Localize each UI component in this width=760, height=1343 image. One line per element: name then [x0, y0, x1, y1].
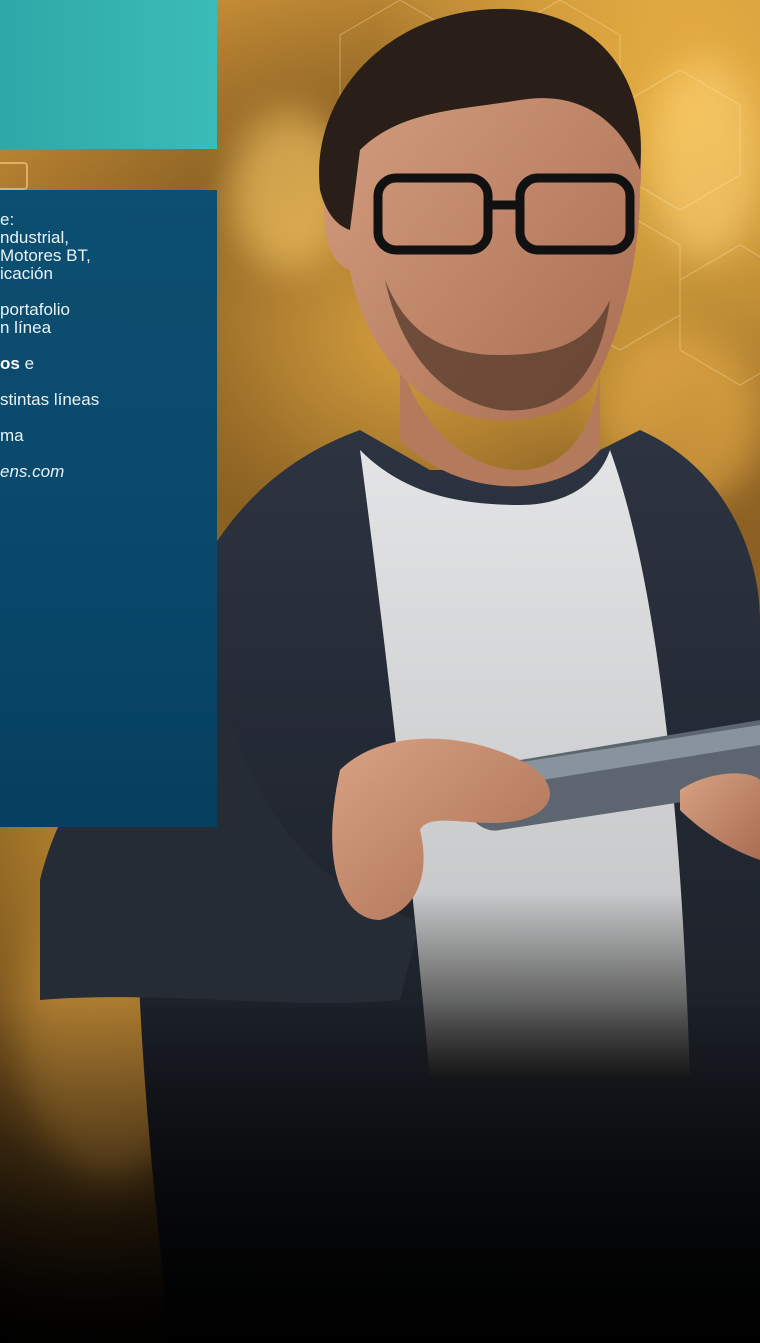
info-line: Motores BT,	[0, 246, 91, 265]
info-text: e	[19, 354, 35, 373]
info-line: icación	[0, 264, 53, 283]
battery-icon	[0, 162, 28, 190]
info-line: e:	[0, 210, 15, 229]
info-bold-text: os	[0, 354, 20, 373]
info-line: os e	[0, 355, 34, 373]
info-line: n línea	[0, 318, 52, 337]
info-line: ndustrial,	[0, 228, 69, 247]
teal-accent-panel	[0, 0, 217, 149]
info-line: ma	[0, 426, 24, 445]
website-link[interactable]: ens.com	[0, 463, 64, 481]
info-line: stintas líneas	[0, 390, 100, 409]
info-line: portafolio	[0, 300, 70, 319]
info-panel: e: ndustrial, Motores BT, icación portaf…	[0, 190, 217, 827]
